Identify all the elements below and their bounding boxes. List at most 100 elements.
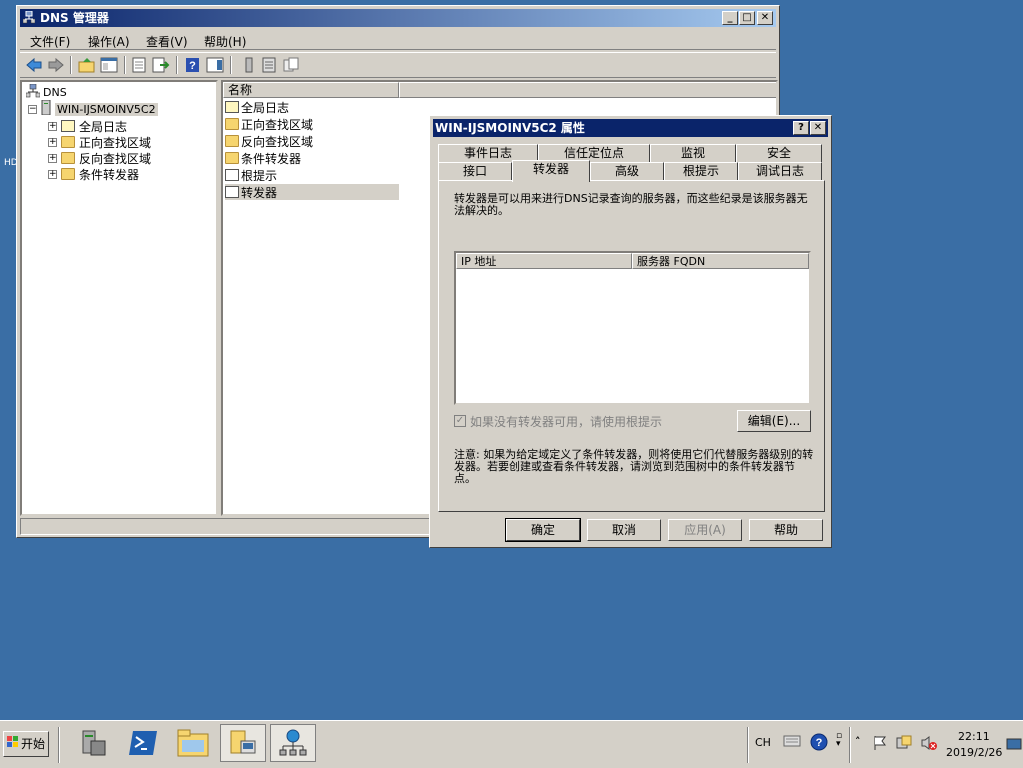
options-menu-icon[interactable]: ▫ ▾ bbox=[836, 732, 842, 749]
tree-item-conditional-forwarders[interactable]: + 条件转发器 bbox=[48, 166, 139, 182]
edit-button[interactable]: 编辑(E)... bbox=[737, 410, 811, 432]
menu-help[interactable]: 帮助(H) bbox=[204, 33, 246, 50]
list-item[interactable]: 全局日志 bbox=[225, 99, 289, 115]
toolbar: ? bbox=[20, 52, 776, 78]
dialog-title: WIN-IJSMOINV5C2 属性 bbox=[435, 121, 585, 135]
column-header-fqdn[interactable]: 服务器 FQDN bbox=[632, 253, 809, 269]
forward-arrow-icon[interactable] bbox=[47, 57, 65, 73]
cancel-button[interactable]: 取消 bbox=[587, 519, 661, 541]
tree-pane: DNS − WIN-IJSMOINV5C2 + 全局日志 + 正向查找区域 + … bbox=[20, 80, 218, 516]
toolbar-separator bbox=[70, 56, 72, 74]
column-header-ip[interactable]: IP 地址 bbox=[456, 253, 632, 269]
folder-icon bbox=[61, 168, 75, 180]
copy-icon[interactable] bbox=[282, 57, 300, 73]
server-icon[interactable] bbox=[240, 57, 258, 73]
svg-text:?: ? bbox=[189, 60, 196, 72]
tree-server-node[interactable]: − WIN-IJSMOINV5C2 bbox=[28, 99, 158, 117]
keyboard-icon[interactable] bbox=[783, 734, 801, 751]
dns-manager-taskbar-icon[interactable] bbox=[270, 724, 316, 762]
log-book-icon bbox=[61, 120, 75, 132]
document-icon bbox=[225, 169, 239, 181]
toolbar-separator bbox=[230, 56, 232, 74]
file-explorer-icon[interactable] bbox=[174, 724, 212, 762]
tab-advanced[interactable]: 高级 bbox=[590, 162, 664, 180]
show-desktop-icon[interactable] bbox=[1006, 738, 1022, 755]
collapse-icon[interactable]: − bbox=[28, 104, 37, 114]
tree-item-label: 条件转发器 bbox=[79, 167, 140, 182]
minimize-button[interactable]: _ bbox=[722, 11, 738, 25]
maximize-button[interactable]: □ bbox=[739, 11, 755, 25]
checkbox-label: 如果没有转发器可用，请使用根提示 bbox=[470, 414, 663, 429]
forwarders-note: 注意: 如果为给定域定义了条件转发器，则将使用它们代替服务器级别的转发器。若要创… bbox=[454, 448, 814, 485]
main-titlebar[interactable]: DNS 管理器 _ □ ✕ bbox=[20, 9, 776, 27]
properties-sheet-icon[interactable] bbox=[130, 57, 148, 73]
list-item[interactable]: 条件转发器 bbox=[225, 150, 301, 166]
expand-icon[interactable]: + bbox=[48, 153, 57, 163]
flag-icon[interactable] bbox=[872, 735, 888, 754]
help-button[interactable]: 帮助 bbox=[749, 519, 823, 541]
use-root-hints-checkbox[interactable]: ✓ 如果没有转发器可用，请使用根提示 bbox=[454, 413, 662, 429]
close-button[interactable]: ✕ bbox=[757, 11, 773, 25]
language-indicator[interactable]: CH bbox=[755, 736, 771, 749]
show-hide-tree-icon[interactable] bbox=[100, 57, 118, 73]
tree-item-label: 全局日志 bbox=[79, 119, 128, 134]
checkbox-check-icon: ✓ bbox=[454, 415, 466, 427]
folder-icon bbox=[225, 152, 239, 164]
tree-root-label: DNS bbox=[43, 85, 67, 99]
document-icon bbox=[225, 186, 239, 198]
start-button[interactable]: 开始 bbox=[3, 731, 49, 757]
tree-server-label: WIN-IJSMOINV5C2 bbox=[55, 102, 158, 116]
list-item[interactable]: 反向查找区域 bbox=[225, 133, 313, 149]
expand-icon[interactable]: + bbox=[48, 169, 57, 179]
ok-button[interactable]: 确定 bbox=[505, 518, 581, 542]
list-item[interactable]: 正向查找区域 bbox=[225, 116, 313, 132]
tab-security[interactable]: 安全 bbox=[736, 144, 822, 162]
network-icon[interactable] bbox=[896, 735, 912, 754]
menu-file[interactable]: 文件(F) bbox=[30, 33, 70, 50]
list-view-icon[interactable] bbox=[260, 57, 278, 73]
column-header-name[interactable]: 名称 bbox=[223, 82, 399, 98]
tab-monitoring[interactable]: 监视 bbox=[650, 144, 736, 162]
taskbar-separator bbox=[58, 727, 60, 763]
tab-panel: 转发器是可以用来进行DNS记录查询的服务器，而这些纪录是该服务器无法解决的。 I… bbox=[438, 180, 825, 512]
list-item-label: 反向查找区域 bbox=[241, 134, 314, 149]
up-folder-icon[interactable] bbox=[78, 57, 96, 73]
dialog-close-button[interactable]: ✕ bbox=[810, 121, 826, 135]
clock-date[interactable]: 2019/2/26 bbox=[946, 746, 1002, 759]
tab-interfaces[interactable]: 接口 bbox=[438, 162, 512, 180]
tree-root-dns[interactable]: DNS bbox=[25, 83, 67, 100]
volume-muted-icon[interactable] bbox=[920, 735, 938, 754]
tree-item-reverse-zone[interactable]: + 反向查找区域 bbox=[48, 150, 151, 166]
clock-time[interactable]: 22:11 bbox=[958, 730, 990, 743]
log-book-icon bbox=[225, 101, 239, 113]
folder-icon bbox=[61, 136, 75, 148]
export-list-icon[interactable] bbox=[152, 57, 170, 73]
apply-button[interactable]: 应用(A) bbox=[668, 519, 742, 541]
active-app-icon[interactable] bbox=[220, 724, 266, 762]
show-hidden-icons[interactable]: ˄ bbox=[855, 735, 861, 748]
menu-action[interactable]: 操作(A) bbox=[88, 33, 130, 50]
action-pane-icon[interactable] bbox=[206, 57, 224, 73]
tab-forwarders[interactable]: 转发器 bbox=[512, 160, 590, 182]
menu-view[interactable]: 查看(V) bbox=[146, 33, 188, 50]
tree-item-forward-zone[interactable]: + 正向查找区域 bbox=[48, 134, 151, 150]
server-manager-icon[interactable] bbox=[74, 724, 112, 762]
expand-icon[interactable]: + bbox=[48, 121, 57, 131]
powershell-icon[interactable] bbox=[124, 724, 162, 762]
expand-icon[interactable]: + bbox=[48, 137, 57, 147]
column-header-empty[interactable] bbox=[399, 82, 776, 98]
main-window-title: DNS 管理器 bbox=[40, 11, 109, 25]
folder-icon bbox=[225, 118, 239, 130]
dialog-titlebar[interactable]: WIN-IJSMOINV5C2 属性 ? ✕ bbox=[433, 119, 828, 137]
list-item-selected[interactable]: 转发器 bbox=[225, 184, 399, 200]
tab-debug-logging[interactable]: 调试日志 bbox=[738, 162, 822, 180]
help-icon[interactable]: ? bbox=[184, 57, 202, 73]
tab-root-hints[interactable]: 根提示 bbox=[664, 162, 738, 180]
back-arrow-icon[interactable] bbox=[25, 57, 43, 73]
help-circle-icon[interactable]: ? bbox=[810, 733, 828, 754]
list-item[interactable]: 根提示 bbox=[225, 167, 277, 183]
windows-logo-icon bbox=[6, 732, 19, 756]
dialog-help-button[interactable]: ? bbox=[793, 121, 809, 135]
tree-item-global-log[interactable]: + 全局日志 bbox=[48, 118, 127, 134]
properties-dialog: WIN-IJSMOINV5C2 属性 ? ✕ 事件日志 信任定位点 监视 安全 … bbox=[429, 115, 832, 548]
